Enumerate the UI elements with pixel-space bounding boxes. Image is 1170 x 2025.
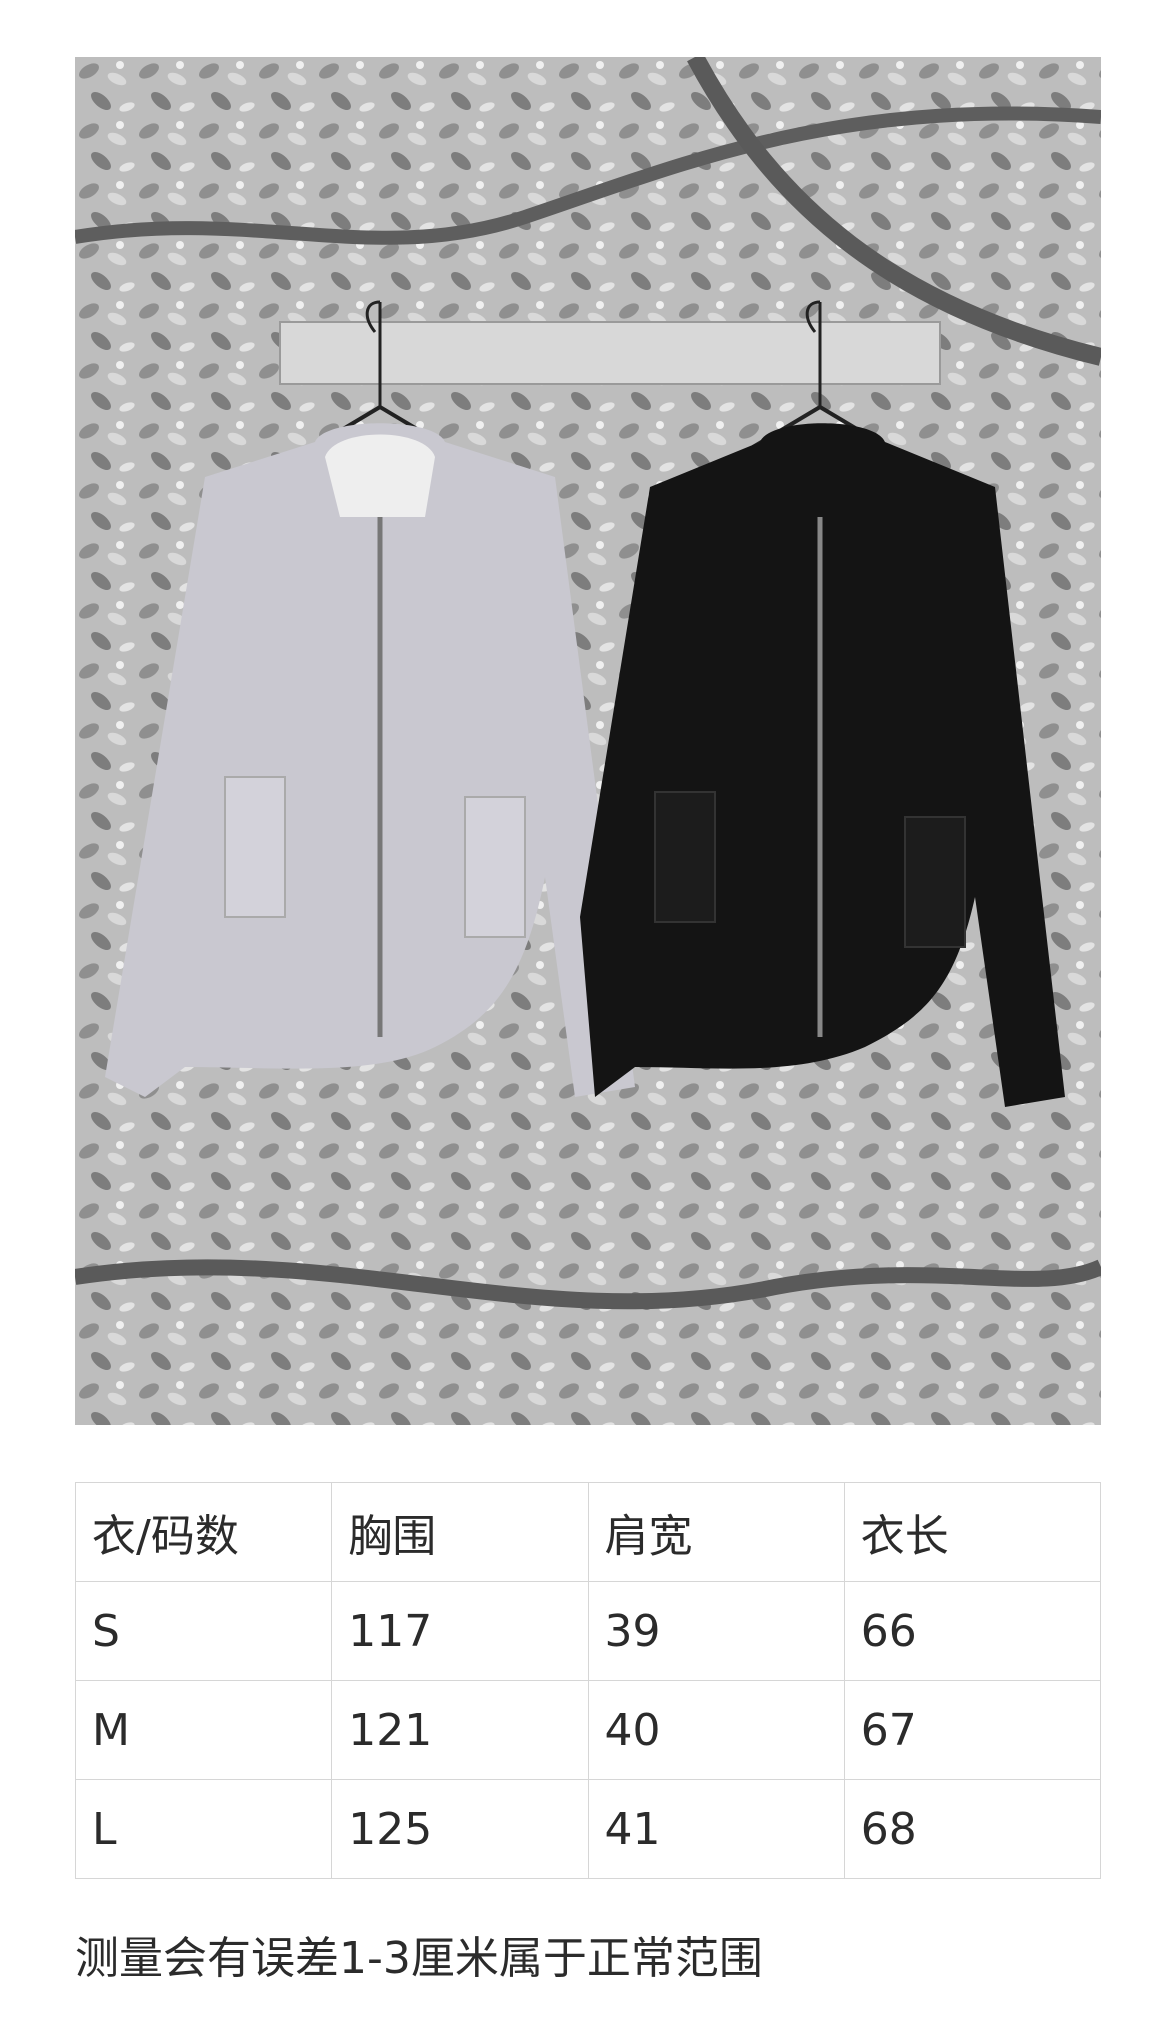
product-photo: [75, 57, 1101, 1425]
measurement-note: 测量会有误差1-3厘米属于正常范围: [75, 1933, 763, 1984]
table-cell: M: [74, 1680, 333, 1780]
table-cell: 39: [587, 1581, 845, 1681]
table-cell: S: [74, 1581, 333, 1681]
table-cell: 125: [331, 1779, 589, 1879]
table-cell: 68: [843, 1779, 1102, 1879]
table-cell: 117: [331, 1581, 589, 1681]
table-header-cell: 肩宽: [587, 1482, 845, 1582]
table-cell: 121: [331, 1680, 589, 1780]
table-cell: 41: [587, 1779, 845, 1879]
table-cell: 67: [843, 1680, 1102, 1780]
table-row: M 121 40 67: [74, 1680, 1102, 1780]
table-row: L 125 41 68: [74, 1779, 1102, 1879]
table-cell: L: [74, 1779, 333, 1879]
table-header-cell: 胸围: [331, 1482, 589, 1582]
product-photo-illustration: [75, 57, 1101, 1425]
table-header-cell: 衣/码数: [74, 1482, 333, 1582]
size-table: 衣/码数 胸围 肩宽 衣长 S 117 39 66 M 121 40 67 L …: [74, 1482, 1102, 1879]
table-cell: 66: [843, 1581, 1102, 1681]
table-header-cell: 衣长: [843, 1482, 1102, 1582]
table-row: S 117 39 66: [74, 1581, 1102, 1681]
table-cell: 40: [587, 1680, 845, 1780]
table-header-row: 衣/码数 胸围 肩宽 衣长: [74, 1482, 1102, 1582]
